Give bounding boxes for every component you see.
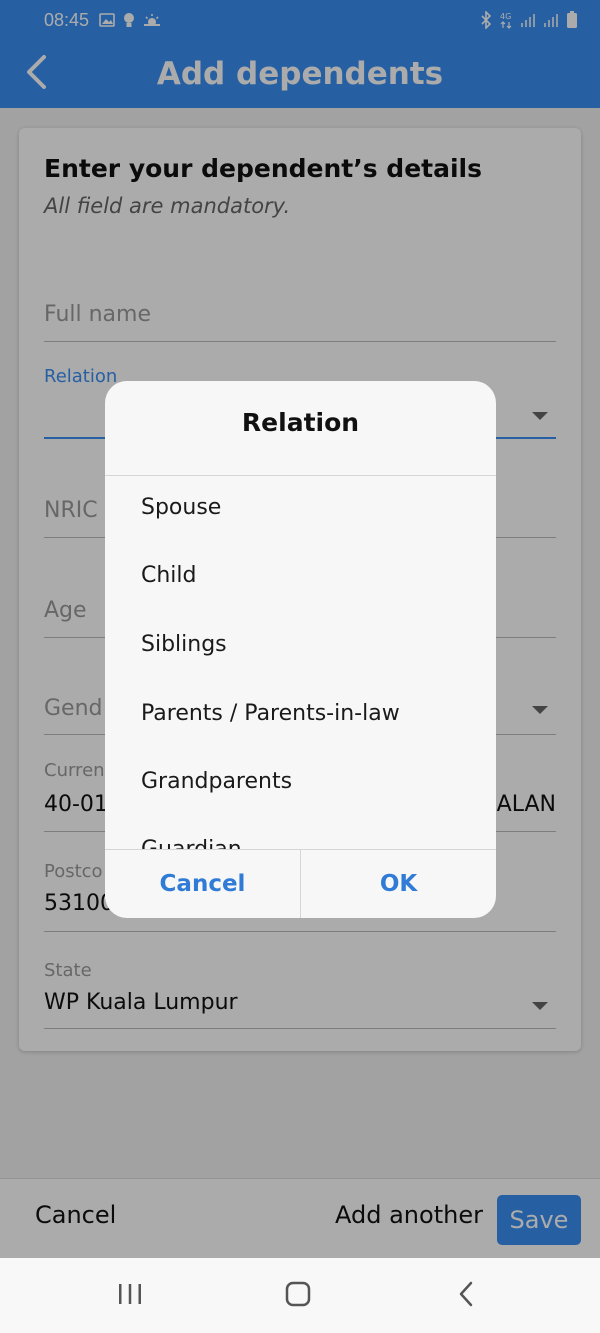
relation-option-guardian[interactable]: Guardian: [141, 837, 242, 849]
dialog-ok-button[interactable]: OK: [301, 850, 496, 918]
relation-option-siblings[interactable]: Siblings: [141, 632, 227, 657]
home-icon: [285, 1281, 311, 1311]
relation-option-child[interactable]: Child: [141, 563, 197, 588]
home-button[interactable]: [278, 1280, 318, 1312]
back-icon: [456, 1281, 476, 1311]
system-nav-bar: [0, 1258, 600, 1333]
recent-apps-button[interactable]: [110, 1280, 150, 1312]
relation-option-parents[interactable]: Parents / Parents-in-law: [141, 701, 400, 726]
nav-back-button[interactable]: [446, 1280, 486, 1312]
relation-dialog: Relation Spouse Child Siblings Parents /…: [105, 381, 496, 918]
dialog-cancel-button[interactable]: Cancel: [105, 850, 300, 918]
relation-option-grandparents[interactable]: Grandparents: [141, 769, 292, 794]
relation-option-spouse[interactable]: Spouse: [141, 495, 221, 520]
relation-options-list[interactable]: Spouse Child Siblings Parents / Parents-…: [105, 476, 496, 849]
recent-apps-icon: [117, 1282, 143, 1310]
dialog-title: Relation: [241, 408, 360, 437]
